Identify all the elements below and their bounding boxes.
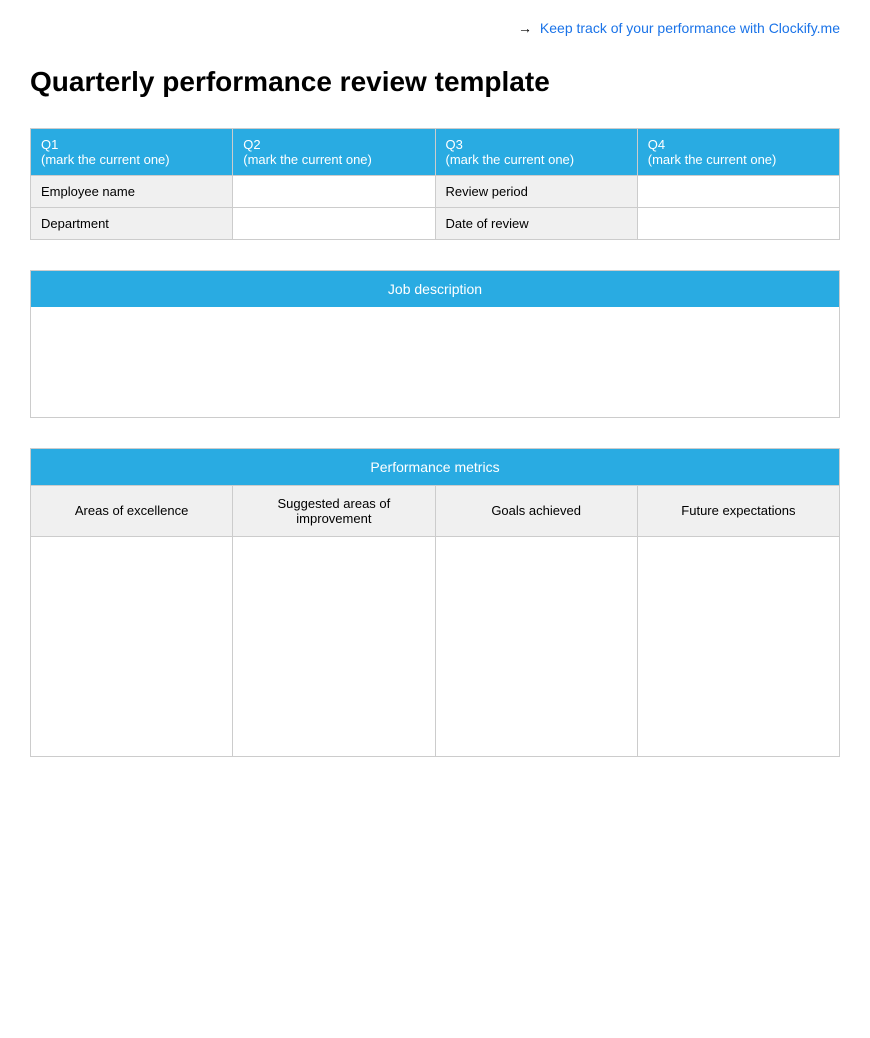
job-desc-body-row xyxy=(31,307,840,417)
clockify-link[interactable]: Keep track of your performance with Cloc… xyxy=(540,20,840,36)
employee-name-label: Employee name xyxy=(31,176,233,208)
col-header-excellence: Areas of excellence xyxy=(31,485,233,536)
department-row: Department Date of review xyxy=(31,208,840,240)
col-header-improvement: Suggested areas of improvement xyxy=(233,485,435,536)
department-label: Department xyxy=(31,208,233,240)
metrics-data-row xyxy=(31,536,840,756)
performance-metrics-header: Performance metrics xyxy=(31,448,840,485)
arrow-icon: → xyxy=(518,20,532,36)
top-link-container: → Keep track of your performance with Cl… xyxy=(30,20,840,36)
employee-name-value[interactable] xyxy=(233,176,435,208)
col-header-goals: Goals achieved xyxy=(435,485,637,536)
q3-header: Q3(mark the current one) xyxy=(435,129,637,176)
job-description-header: Job description xyxy=(31,271,840,308)
q4-header: Q4(mark the current one) xyxy=(637,129,839,176)
review-period-value[interactable] xyxy=(637,176,839,208)
q2-header: Q2(mark the current one) xyxy=(233,129,435,176)
date-of-review-value[interactable] xyxy=(637,208,839,240)
excellence-cell[interactable] xyxy=(31,536,233,756)
col-header-expectations: Future expectations xyxy=(637,485,839,536)
job-desc-header-row: Job description xyxy=(31,271,840,308)
quarter-header-row: Q1(mark the current one) Q2(mark the cur… xyxy=(31,129,840,176)
job-description-body[interactable] xyxy=(31,307,840,417)
page-title: Quarterly performance review template xyxy=(30,66,840,98)
department-value[interactable] xyxy=(233,208,435,240)
quarter-table: Q1(mark the current one) Q2(mark the cur… xyxy=(30,128,840,240)
job-description-table: Job description xyxy=(30,270,840,418)
expectations-cell[interactable] xyxy=(637,536,839,756)
q1-header: Q1(mark the current one) xyxy=(31,129,233,176)
metrics-col-headers: Areas of excellence Suggested areas of i… xyxy=(31,485,840,536)
metrics-header-row: Performance metrics xyxy=(31,448,840,485)
employee-row: Employee name Review period xyxy=(31,176,840,208)
improvement-cell[interactable] xyxy=(233,536,435,756)
date-of-review-label: Date of review xyxy=(435,208,637,240)
goals-cell[interactable] xyxy=(435,536,637,756)
review-period-label: Review period xyxy=(435,176,637,208)
performance-metrics-table: Performance metrics Areas of excellence … xyxy=(30,448,840,757)
